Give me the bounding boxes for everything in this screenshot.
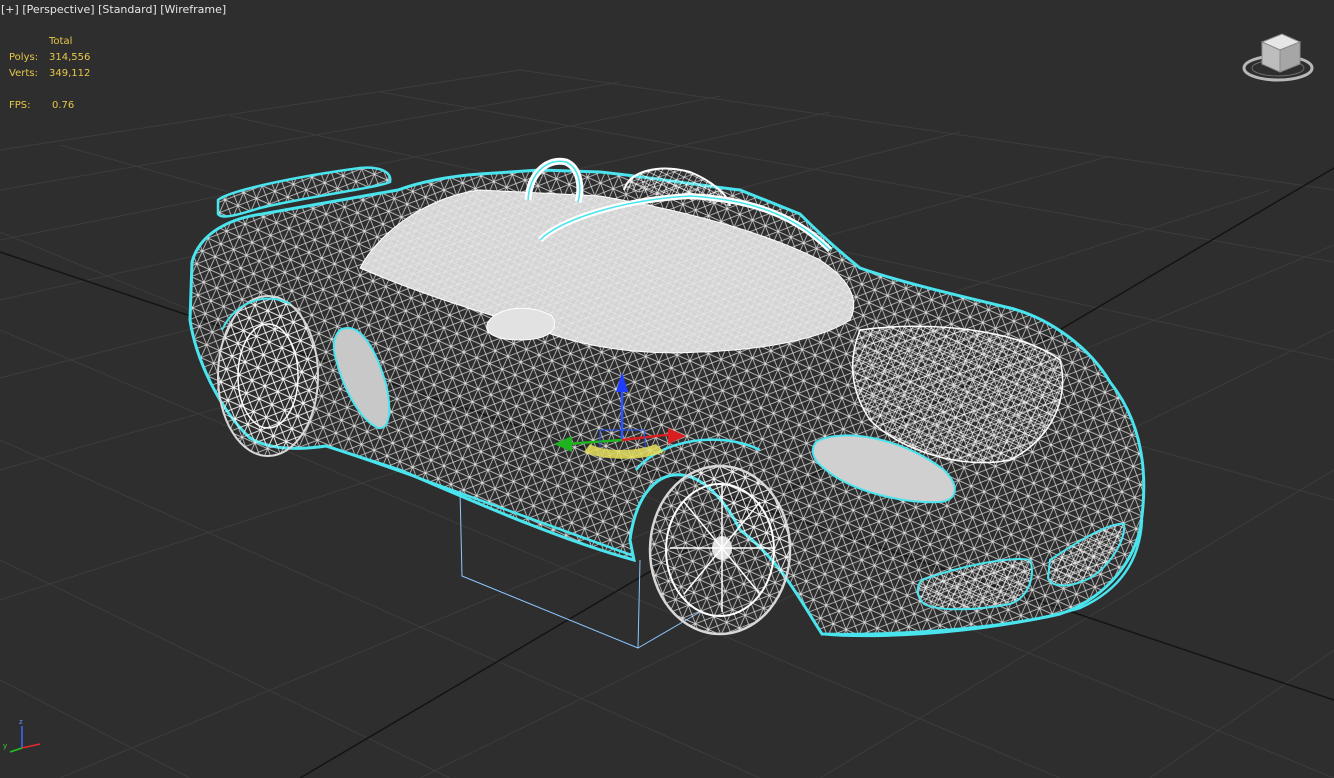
viewport-display-menu[interactable]: [Wireframe] [160, 3, 226, 16]
statistics-overlay: Total Polys: 314,556 Verts: 349,112 FPS:… [9, 34, 90, 114]
polys-value: 314,556 [49, 52, 91, 63]
fps-label: FPS: [9, 100, 31, 111]
viewport-canvas[interactable]: z y [0, 0, 1334, 778]
svg-text:z: z [19, 718, 23, 726]
fps-value: 0.76 [52, 100, 75, 111]
viewport-label-menu[interactable]: [+] [Perspective] [Standard] [Wireframe] [1, 3, 226, 16]
viewport-plus-menu[interactable]: [+] [1, 3, 19, 16]
car-wireframe-model[interactable] [188, 157, 1146, 638]
viewcube-icon[interactable] [1242, 33, 1314, 82]
stats-verts: Verts: 349,112 [9, 66, 90, 82]
perspective-viewport[interactable]: [+] [Perspective] [Standard] [Wireframe]… [0, 0, 1334, 778]
stats-header: Total [49, 36, 73, 47]
svg-text:y: y [3, 742, 7, 750]
axis-tripod-icon: z y [3, 718, 41, 753]
car-rear-wheel [217, 295, 319, 457]
viewport-view-menu[interactable]: [Perspective] [22, 3, 94, 16]
polys-label: Polys: [9, 52, 39, 63]
stats-polys: Polys: 314,556 [9, 50, 90, 66]
verts-label: Verts: [9, 68, 38, 79]
verts-value: 349,112 [49, 68, 91, 79]
stats-fps: FPS: 0.76 [9, 98, 90, 114]
viewport-shading-menu[interactable]: [Standard] [98, 3, 157, 16]
